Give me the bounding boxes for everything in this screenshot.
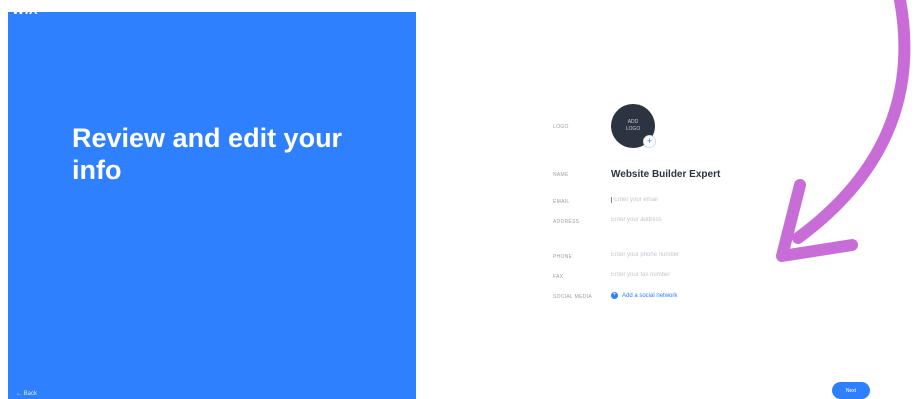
name-value[interactable]: Website Builder Expert [611, 169, 720, 180]
address-label: ADDRESS [553, 219, 580, 225]
email-field[interactable] [611, 197, 764, 203]
name-label: NAME [553, 172, 569, 178]
social-media-label: SOCIAL MEDIA [553, 294, 592, 300]
page-title: Review and edit your info [72, 123, 343, 185]
plus-circle-icon: + [611, 292, 618, 299]
intro-panel: Review and edit your info ← Back [8, 12, 416, 399]
back-link[interactable]: ← Back [16, 391, 37, 397]
logo-placeholder-line1: ADD [627, 119, 639, 125]
add-social-network-label: Add a social network [622, 292, 678, 299]
next-button[interactable]: Next [832, 382, 870, 399]
phone-label: PHONE [553, 254, 573, 260]
fax-label: FAX [553, 274, 564, 280]
curved-arrow-icon [776, 0, 911, 262]
wix-logo: WIX [12, 2, 39, 17]
logo-placeholder-line2: LOGO [625, 126, 641, 132]
email-label: EMAIL [553, 199, 570, 205]
address-field[interactable] [611, 217, 761, 223]
fax-field[interactable] [611, 272, 761, 278]
add-social-network-button[interactable]: + Add a social network [611, 292, 677, 299]
phone-field[interactable] [611, 252, 761, 258]
plus-icon[interactable]: + [643, 135, 656, 148]
logo-label: LOGO [553, 124, 569, 130]
